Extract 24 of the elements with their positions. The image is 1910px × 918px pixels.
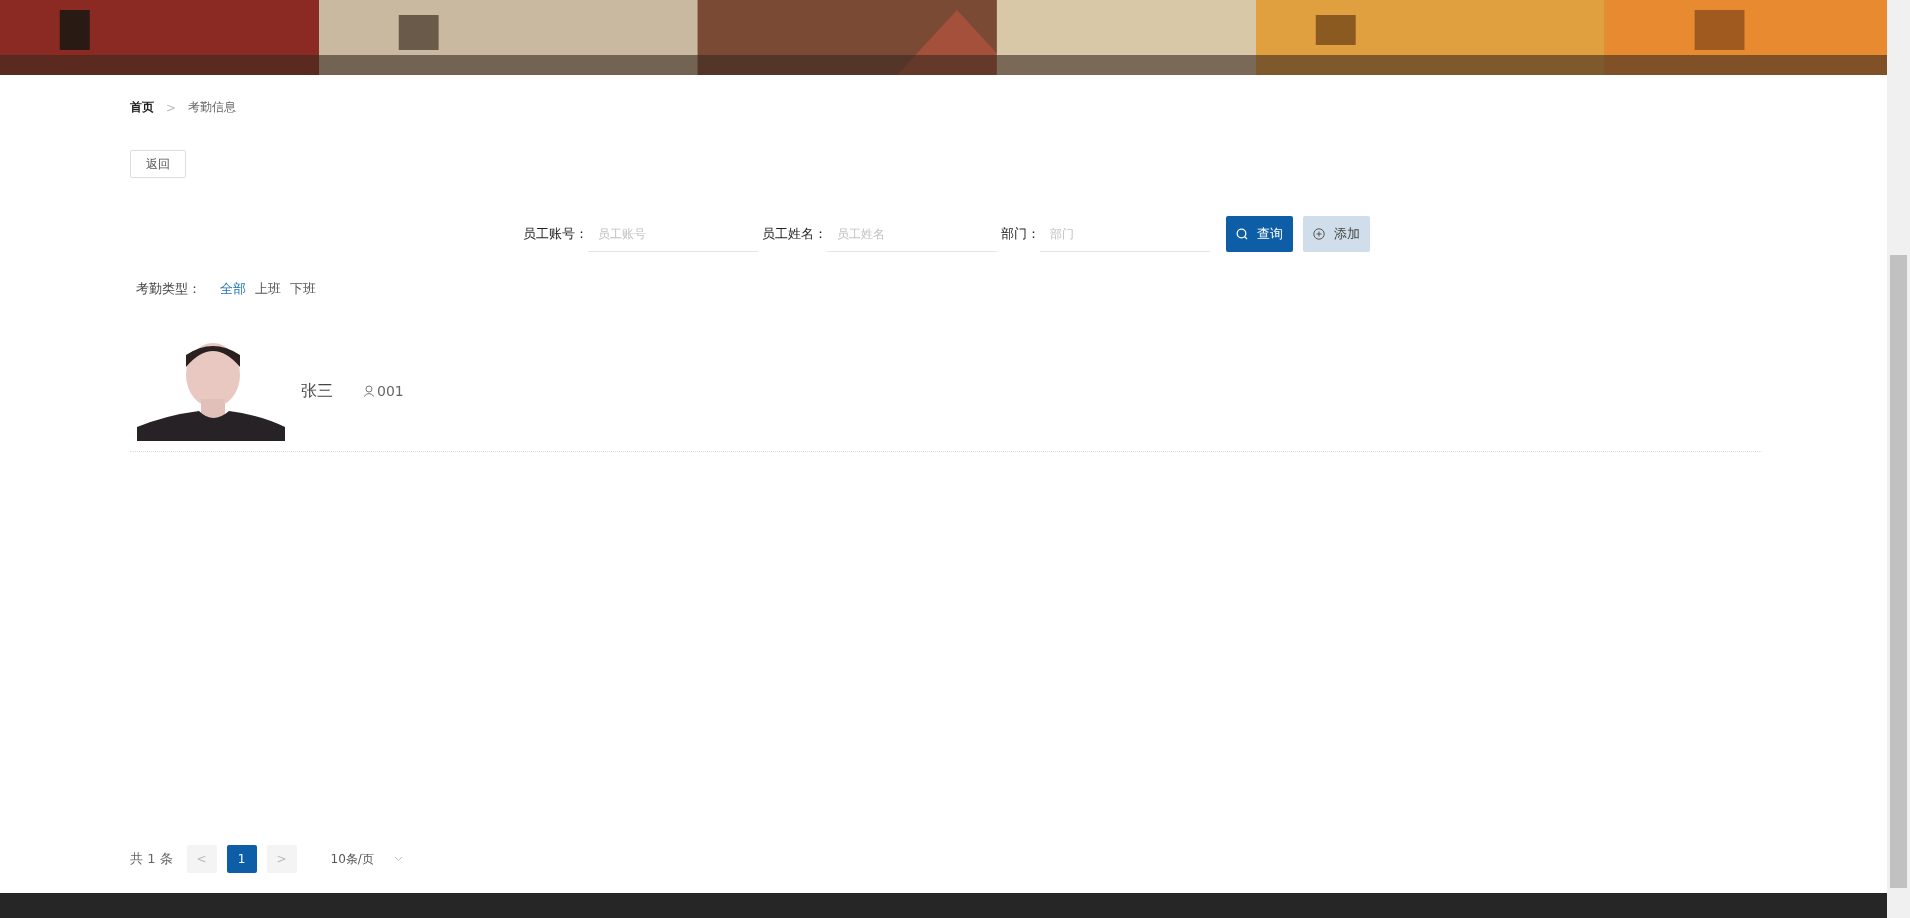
chevron-down-icon — [393, 856, 403, 862]
field-label: 员工姓名： — [761, 225, 827, 243]
query-button[interactable]: 查询 — [1225, 216, 1293, 252]
employee-account: 001 — [377, 383, 404, 399]
filter-label: 考勤类型： — [136, 280, 201, 298]
plus-circle-icon — [1312, 228, 1325, 240]
filter-option[interactable]: 下班 — [290, 280, 316, 298]
scrollbar-thumb[interactable] — [1890, 255, 1907, 888]
page-size-select[interactable]: 10条/页 — [324, 849, 409, 869]
page-button[interactable]: 1 — [226, 845, 257, 873]
employee-name: 张三 — [301, 380, 333, 402]
filter-option[interactable]: 全部 — [220, 280, 246, 298]
user-icon — [363, 385, 375, 397]
breadcrumb-separator: > — [166, 100, 177, 115]
field-label: 部门： — [1000, 225, 1040, 243]
add-button[interactable]: 添加 — [1302, 216, 1370, 252]
breadcrumb-link[interactable]: 首页 — [130, 99, 154, 116]
field-label: 员工账号： — [522, 225, 588, 243]
search-icon — [1235, 228, 1248, 240]
total-count: 共 1 条 — [130, 850, 173, 868]
scrollbar[interactable] — [1887, 0, 1910, 918]
back-button[interactable]: 返回 — [130, 150, 186, 178]
filter-option[interactable]: 上班 — [255, 280, 281, 298]
breadcrumb-link[interactable]: 考勤信息 — [188, 99, 237, 116]
